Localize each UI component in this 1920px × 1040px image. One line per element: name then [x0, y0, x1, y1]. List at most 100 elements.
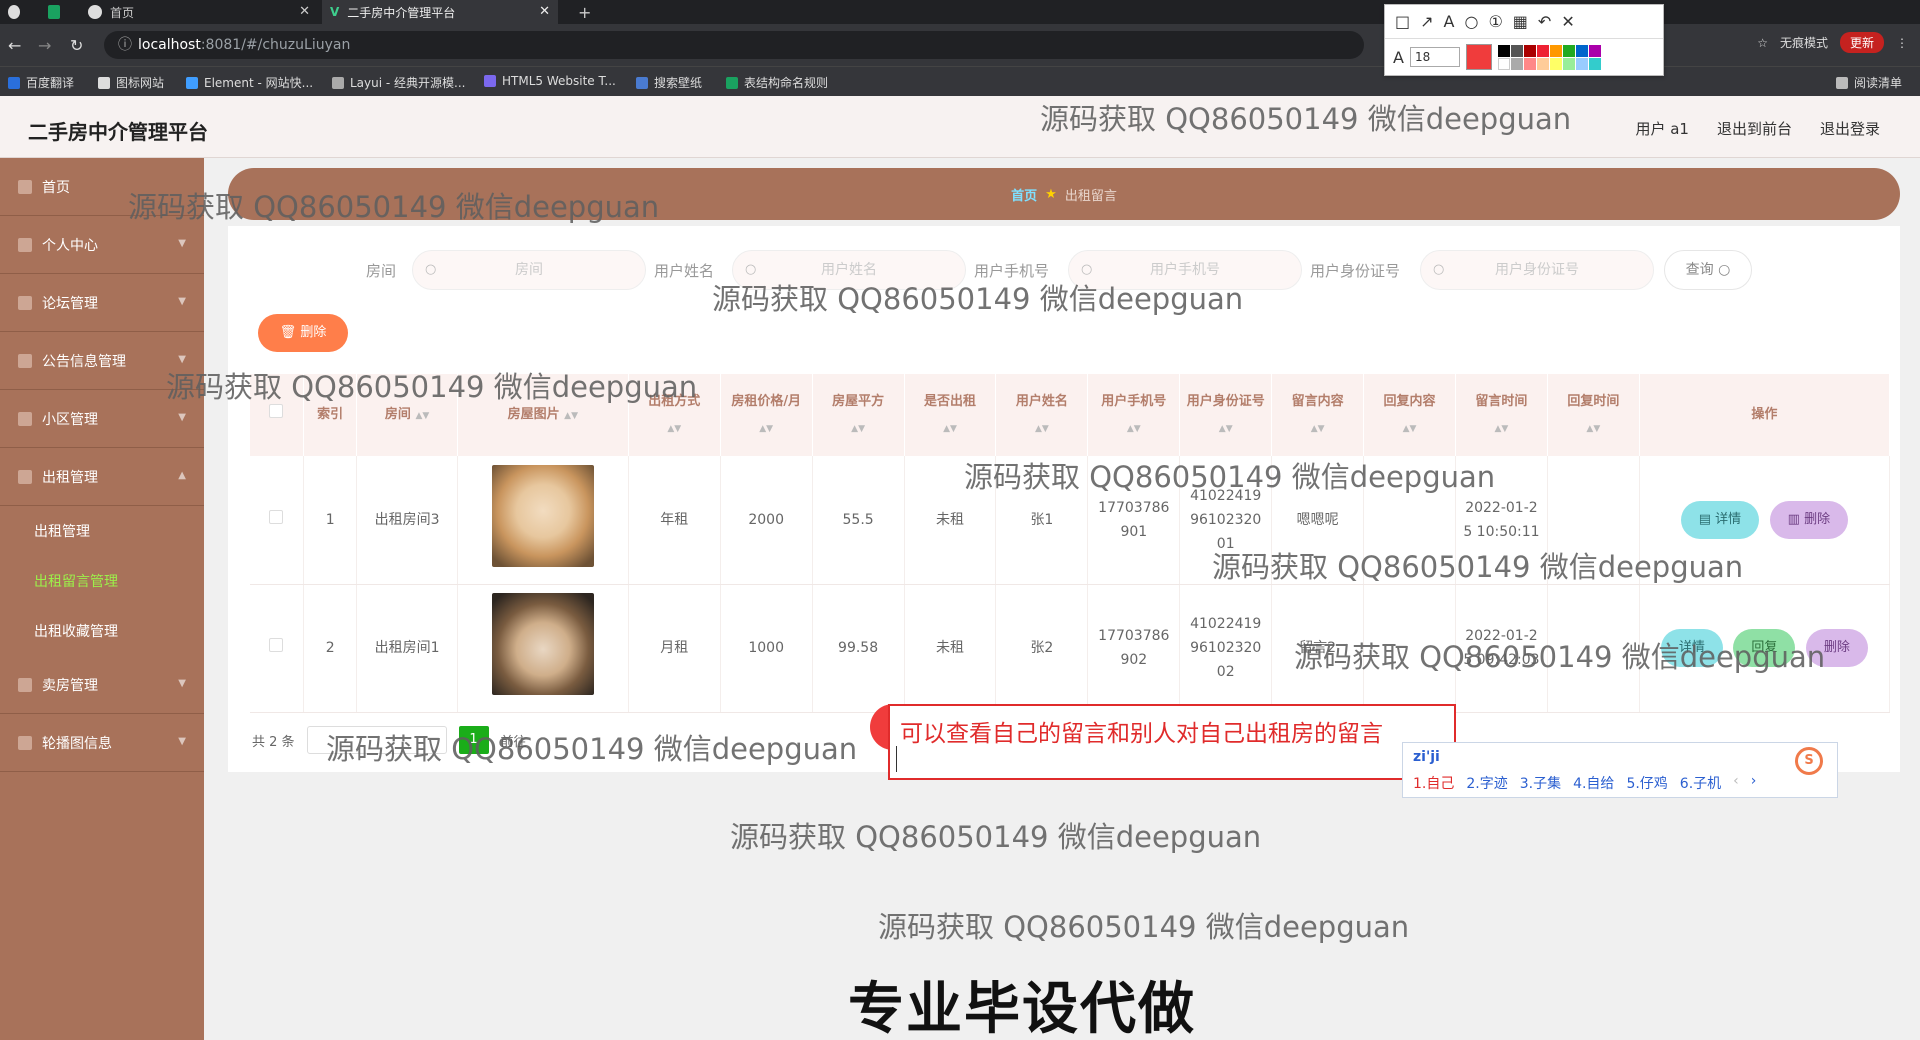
col-header[interactable]: 用户手机号 ▲▼ [1087, 374, 1181, 456]
sort-icon[interactable]: ▲▼ [415, 411, 429, 421]
forward-icon[interactable]: → [38, 36, 51, 55]
watermark: 源码获取 QQ86050149 微信deepguan [712, 282, 1244, 316]
number-tool-icon[interactable]: ① [1488, 12, 1502, 31]
color-palette[interactable] [1497, 44, 1601, 70]
row-checkbox[interactable] [269, 638, 284, 652]
text-tool-icon[interactable]: A [1444, 12, 1455, 31]
col-header[interactable]: 用户姓名 ▲▼ [995, 374, 1089, 456]
sidebar-sub-rent-favorites[interactable]: 出租收藏管理 [0, 606, 204, 656]
chevron-right-icon[interactable]: › [1751, 773, 1757, 793]
ellipse-tool-icon[interactable]: ○ [1464, 12, 1478, 31]
watermark: 源码获取 QQ86050149 微信deepguan [1040, 102, 1572, 136]
sort-icon[interactable]: ▲▼ [564, 411, 578, 421]
house-image[interactable] [491, 593, 594, 695]
sort-icon[interactable]: ▲▼ [1311, 424, 1325, 434]
col-header[interactable]: 房屋平方 ▲▼ [812, 374, 905, 456]
star-icon[interactable]: ☆ [1757, 36, 1768, 50]
sort-icon[interactable]: ▲▼ [1495, 424, 1509, 434]
sort-icon[interactable]: ▲▼ [667, 424, 681, 434]
back-icon[interactable]: ← [8, 36, 21, 55]
update-button[interactable]: 更新 [1839, 32, 1884, 53]
ime-candidate[interactable]: 5.仔鸡 [1626, 773, 1667, 793]
chevron-down-icon: ▼ [178, 678, 186, 689]
col-header[interactable]: 留言时间 ▲▼ [1455, 374, 1548, 456]
sort-icon[interactable]: ▲▼ [943, 424, 957, 434]
col-header[interactable]: 回复内容 ▲▼ [1363, 374, 1456, 456]
bookmark-item[interactable]: Layui - 经典开源模... [332, 74, 465, 91]
sort-icon[interactable]: ▲▼ [759, 424, 773, 434]
sidebar-item-carousel[interactable]: 轮播图信息 ▼ [0, 714, 204, 772]
row-checkbox[interactable] [269, 509, 284, 524]
sheets-tab-icon[interactable] [40, 0, 68, 24]
sort-icon[interactable]: ▲▼ [1219, 424, 1233, 434]
col-header[interactable]: 是否出租 ▲▼ [904, 374, 997, 456]
browser-tab-app[interactable]: V 二手房中介管理平台 ✕ [322, 0, 558, 24]
col-header[interactable]: 用户身份证号 ▲▼ [1179, 374, 1273, 456]
detail-button[interactable]: ▤ 详情 [1680, 500, 1760, 539]
sidebar-item-rent[interactable]: 出租管理 ▲ [0, 448, 204, 506]
cell-index: 1 [303, 456, 358, 585]
rect-tool-icon[interactable]: □ [1395, 12, 1410, 31]
close-icon[interactable]: ✕ [539, 4, 550, 19]
close-icon[interactable]: ✕ [299, 4, 310, 19]
ime-candidate[interactable]: 6.子机 [1680, 773, 1721, 793]
bookmark-item[interactable]: Element - 网站快... [186, 74, 313, 91]
col-header[interactable]: 回复时间 ▲▼ [1547, 374, 1640, 456]
reading-list[interactable]: 阅读清单 [1836, 74, 1902, 91]
sort-icon[interactable]: ▲▼ [1403, 424, 1417, 434]
ime-candidate[interactable]: 4.自给 [1573, 773, 1614, 793]
bookmark-item[interactable]: 图标网站 [98, 74, 164, 91]
chevron-left-icon[interactable]: ‹ [1733, 773, 1739, 793]
undo-icon[interactable]: ↶ [1538, 12, 1551, 31]
url-host: localhost [138, 37, 201, 53]
sort-icon[interactable]: ▲▼ [1127, 424, 1141, 434]
batch-delete-button[interactable]: 🗑 删除 [258, 314, 348, 352]
bookmark-item[interactable]: HTML5 Website T... [484, 74, 616, 88]
ime-candidate[interactable]: 2.字迹 [1466, 773, 1507, 793]
doc-icon: ▤ [1698, 511, 1712, 527]
annotation-box: 可以查看自己的留言和别人对自己出租房的留言 [888, 704, 1456, 780]
ime-candidate[interactable]: 3.子集 [1520, 773, 1561, 793]
ime-candidate[interactable]: 1.自己 [1413, 773, 1454, 793]
chevron-down-icon: ▼ [178, 238, 186, 249]
more-icon[interactable]: ⋮ [1896, 36, 1908, 50]
close-icon[interactable]: ✕ [1561, 12, 1574, 31]
reload-icon[interactable]: ↻ [70, 36, 83, 55]
mosaic-tool-icon[interactable]: ▦ [1513, 12, 1528, 31]
col-header[interactable]: 房租价格/月 ▲▼ [720, 374, 813, 456]
sidebar-item-forum[interactable]: 论坛管理 ▼ [0, 274, 204, 332]
browser-tab-home[interactable]: 首页 ✕ [80, 0, 318, 24]
house-image[interactable] [491, 464, 594, 567]
chevron-down-icon: ▼ [178, 736, 186, 747]
cell-name: 张2 [995, 584, 1089, 713]
logout-link[interactable]: 退出登录 [1820, 118, 1880, 139]
browser-menu-icon[interactable] [0, 0, 28, 24]
sidebar-sub-rent-messages[interactable]: 出租留言管理 [0, 556, 204, 606]
query-button[interactable]: 查询 ○ [1664, 250, 1752, 290]
delete-button[interactable]: ▥ 删除 [1769, 500, 1849, 539]
breadcrumb-home[interactable]: 首页 [1011, 185, 1037, 204]
chevron-down-icon: ▼ [178, 296, 186, 307]
chevron-up-icon: ▲ [178, 470, 186, 481]
room-input[interactable]: ○ 房间 [412, 250, 646, 290]
id-input[interactable]: ○ 用户身份证号 [1420, 250, 1654, 290]
sort-icon[interactable]: ▲▼ [1586, 424, 1600, 434]
sidebar-sub-rent[interactable]: 出租管理 [0, 506, 204, 556]
select-all-checkbox[interactable] [269, 404, 284, 418]
bookmark-item[interactable]: 搜索壁纸 [636, 74, 702, 91]
send-icon [18, 295, 32, 310]
new-tab-button[interactable]: + [570, 0, 600, 24]
current-color-swatch[interactable] [1465, 44, 1492, 70]
font-size-select[interactable]: 18 [1409, 47, 1460, 67]
cell-id-card: 410224199610232002 [1179, 584, 1273, 713]
bookmark-item[interactable]: 表结构命名规则 [726, 74, 828, 91]
col-header[interactable]: 留言内容 ▲▼ [1271, 374, 1365, 456]
bookmark-item[interactable]: 百度翻译 [8, 74, 74, 91]
back-to-front-link[interactable]: 退出到前台 [1717, 118, 1792, 139]
sort-icon[interactable]: ▲▼ [851, 424, 865, 434]
sort-icon[interactable]: ▲▼ [1035, 424, 1049, 434]
arrow-tool-icon[interactable]: ↗ [1420, 12, 1433, 31]
url-input[interactable]: ⓘ localhost:8081/#/chuzuLiuyan [104, 31, 1364, 59]
sidebar-item-sale[interactable]: 卖房管理 ▼ [0, 656, 204, 714]
sogou-logo-icon: S [1795, 747, 1823, 775]
